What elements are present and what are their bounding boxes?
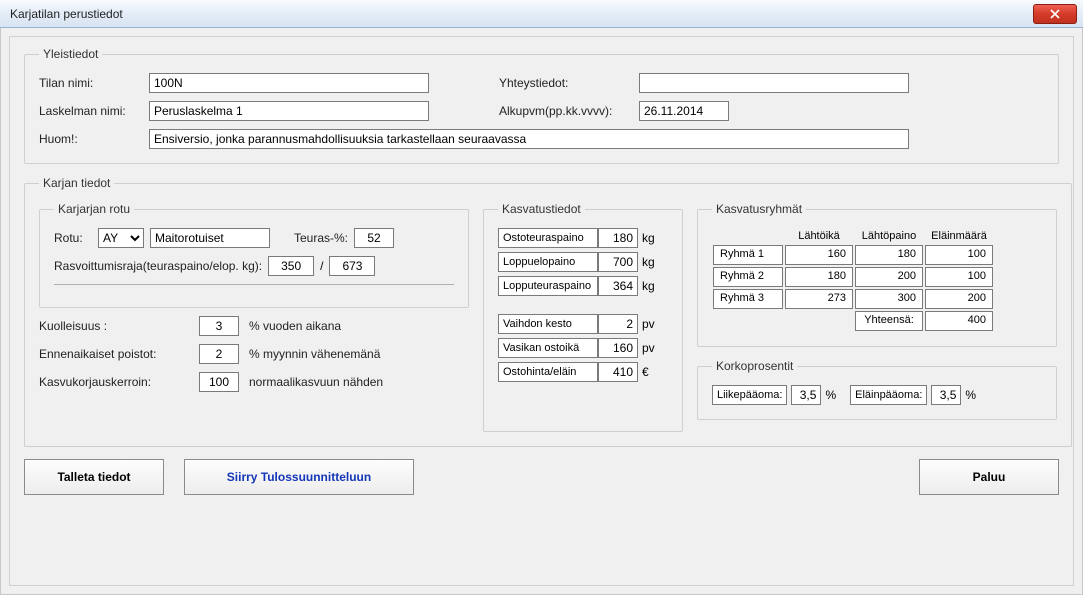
input-vasikan[interactable]: [598, 338, 638, 358]
input-kuolleisuus[interactable]: [199, 316, 239, 336]
unit-kg-2: kg: [638, 255, 658, 269]
ryhma-name-2: Ryhmä 2: [713, 267, 783, 287]
label-alkupvm: Alkupvm(pp.kk.vvvv):: [499, 104, 639, 118]
siirry-button[interactable]: Siirry Tulossuunnitteluun: [184, 459, 414, 495]
talleta-button[interactable]: Talleta tiedot: [24, 459, 164, 495]
ryhma-lahtopaino-1: 180: [855, 245, 923, 265]
label-kasvukorj: Kasvukorjauskerroin:: [39, 375, 199, 389]
total-label: Yhteensä:: [855, 311, 923, 331]
legend-karjarjan-rotu: Karjarjan rotu: [54, 202, 134, 216]
ryhma-elainmaara-1: 100: [925, 245, 993, 265]
fieldset-karjan-tiedot: Karjan tiedot Karjarjan rotu Rotu: AY: [24, 176, 1072, 447]
kuolleisuus-grid: Kuolleisuus : % vuoden aikana Ennenaikai…: [39, 316, 469, 392]
unit-pv-1: pv: [638, 317, 658, 331]
legend-kasvatusryhmat: Kasvatusryhmät: [712, 202, 806, 216]
paluu-button[interactable]: Paluu: [919, 459, 1059, 495]
input-rotu-desc[interactable]: [150, 228, 270, 248]
label-elain: Eläinpääoma:: [850, 385, 927, 405]
fieldset-yleistiedot: Yleistiedot Tilan nimi: Yhteystiedot: La…: [24, 47, 1059, 164]
close-icon: [1050, 9, 1060, 19]
table-row: Ryhmä 2 180 200 100: [712, 266, 994, 288]
hdr-lahtoika: Lähtöikä: [784, 228, 854, 244]
ryhma-lahtopaino-3: 300: [855, 289, 923, 309]
input-elain[interactable]: [931, 385, 961, 405]
ryhma-lahtoika-3: 273: [785, 289, 853, 309]
suffix-ennenaik: % myynnin vähenemänä: [249, 347, 469, 361]
label-ostohinta: Ostohinta/eläin: [498, 362, 598, 382]
total-value: 400: [925, 311, 993, 331]
table-row: Ryhmä 1 160 180 100: [712, 244, 994, 266]
suffix-kuolleisuus: % vuoden aikana: [249, 319, 469, 333]
fieldset-kasvatusryhmat: Kasvatusryhmät Lähtöikä Lähtöpaino Eläin…: [697, 202, 1057, 347]
label-huom: Huom!:: [39, 132, 149, 146]
main-panel: Yleistiedot Tilan nimi: Yhteystiedot: La…: [9, 36, 1074, 586]
label-rasvo: Rasvoittumisraja(teuraspaino/elop. kg):: [54, 259, 262, 273]
input-ennenaik[interactable]: [199, 344, 239, 364]
input-huom[interactable]: [149, 129, 909, 149]
legend-karjan-tiedot: Karjan tiedot: [39, 176, 114, 190]
ryhma-elainmaara-3: 200: [925, 289, 993, 309]
ryhma-name-1: Ryhmä 1: [713, 245, 783, 265]
rasvo-separator: /: [320, 259, 323, 273]
input-liike[interactable]: [791, 385, 821, 405]
button-row: Talleta tiedot Siirry Tulossuunnitteluun…: [24, 459, 1059, 495]
divider: [54, 284, 454, 285]
input-alkupvm[interactable]: [639, 101, 729, 121]
ryhma-lahtopaino-2: 200: [855, 267, 923, 287]
input-teuras-pct[interactable]: [354, 228, 394, 248]
ryhma-table: Lähtöikä Lähtöpaino Eläinmäärä Ryhmä 1 1…: [712, 228, 994, 332]
input-rasvo-a[interactable]: [268, 256, 314, 276]
ryhma-lahtoika-1: 160: [785, 245, 853, 265]
label-vasikan: Vasikan ostoikä: [498, 338, 598, 358]
label-tila-nimi: Tilan nimi:: [39, 76, 149, 90]
window-title: Karjatilan perustiedot: [10, 7, 123, 21]
input-lopputeuras[interactable]: [598, 276, 638, 296]
pct-2: %: [965, 388, 976, 402]
hdr-lahtopaino: Lähtöpaino: [854, 228, 924, 244]
legend-korkoprosentit: Korkoprosentit: [712, 359, 797, 373]
unit-pv-2: pv: [638, 341, 658, 355]
label-teuras: Teuras-%:: [294, 231, 348, 245]
label-ennenaik: Ennenaikaiset poistot:: [39, 347, 199, 361]
table-row-total: Yhteensä: 400: [712, 310, 994, 332]
ryhma-name-3: Ryhmä 3: [713, 289, 783, 309]
suffix-kasvukorj: normaalikasvuun nähden: [249, 375, 469, 389]
fieldset-karjarjan-rotu: Karjarjan rotu Rotu: AY Teuras-%:: [39, 202, 469, 308]
label-yhteystiedot: Yhteystiedot:: [499, 76, 639, 90]
input-kasvukorj[interactable]: [199, 372, 239, 392]
label-ostoteuras: Ostoteuraspaino: [498, 228, 598, 248]
input-tila-nimi[interactable]: [149, 73, 429, 93]
label-laskelma-nimi: Laskelman nimi:: [39, 104, 149, 118]
label-lopputeuras: Lopputeuraspaino: [498, 276, 598, 296]
input-laskelma-nimi[interactable]: [149, 101, 429, 121]
input-yhteystiedot[interactable]: [639, 73, 909, 93]
unit-kg-1: kg: [638, 231, 658, 245]
unit-eur: €: [638, 365, 658, 379]
legend-yleistiedot: Yleistiedot: [39, 47, 102, 61]
close-button[interactable]: [1033, 4, 1077, 24]
hdr-elainmaara: Eläinmäärä: [924, 228, 994, 244]
input-rasvo-b[interactable]: [329, 256, 375, 276]
titlebar: Karjatilan perustiedot: [0, 0, 1083, 28]
ryhma-lahtoika-2: 180: [785, 267, 853, 287]
label-liike: Liikepääoma:: [712, 385, 787, 405]
fieldset-korkoprosentit: Korkoprosentit Liikepääoma: % Eläinpääom…: [697, 359, 1057, 420]
label-rotu: Rotu:: [54, 231, 92, 245]
input-vaihdon[interactable]: [598, 314, 638, 334]
ryhma-elainmaara-2: 100: [925, 267, 993, 287]
input-ostoteuras[interactable]: [598, 228, 638, 248]
select-rotu[interactable]: AY: [98, 228, 144, 248]
label-loppuelo: Loppuelopaino: [498, 252, 598, 272]
unit-kg-3: kg: [638, 279, 658, 293]
table-row: Ryhmä 3 273 300 200: [712, 288, 994, 310]
fieldset-kasvatustiedot: Kasvatustiedot Ostoteuraspaino kg Loppue…: [483, 202, 683, 432]
label-vaihdon: Vaihdon kesto: [498, 314, 598, 334]
input-loppuelo[interactable]: [598, 252, 638, 272]
input-ostohinta[interactable]: [598, 362, 638, 382]
label-kuolleisuus: Kuolleisuus :: [39, 319, 199, 333]
legend-kasvatustiedot: Kasvatustiedot: [498, 202, 585, 216]
window-body: Yleistiedot Tilan nimi: Yhteystiedot: La…: [0, 28, 1083, 595]
pct-1: %: [825, 388, 836, 402]
